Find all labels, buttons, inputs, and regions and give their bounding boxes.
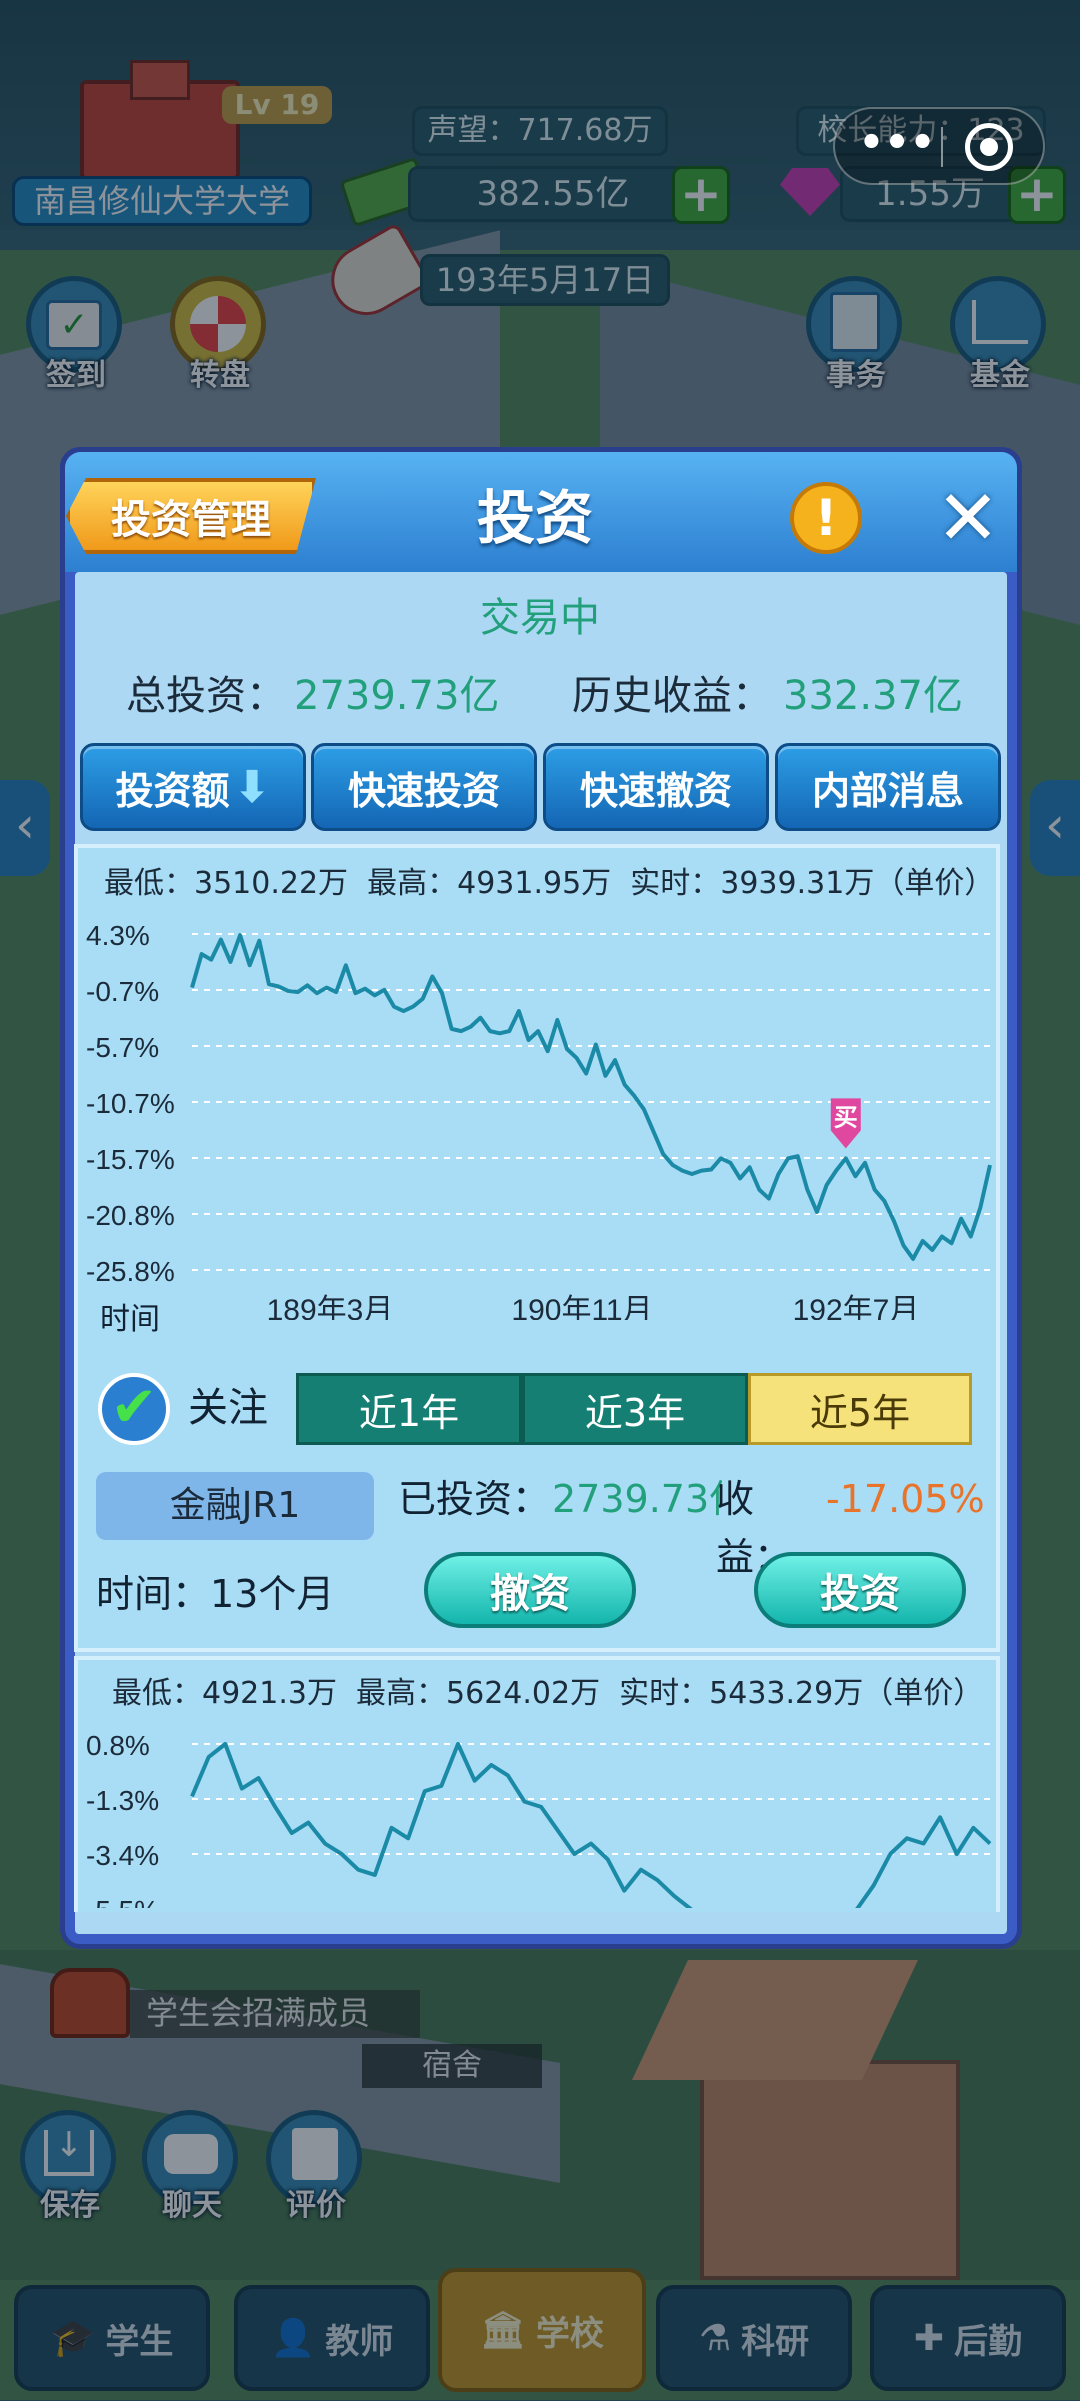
y-tick-label: -5.7% [86,1032,159,1063]
return-value: -17.05% [826,1477,985,1521]
follow-checkbox[interactable]: ✔ [98,1373,170,1445]
period-1-year[interactable]: 近1年 [296,1373,522,1445]
period-5-year-label: 近5年 [809,1390,911,1435]
quick-invest-label: 快速投资 [347,768,500,813]
withdraw-button[interactable]: 撤资 [424,1552,636,1628]
info-icon[interactable]: ! [790,482,862,554]
history-return-value: 332.37亿 [783,673,963,719]
y-tick-label: -25.8% [86,1256,175,1287]
invested-label: 已投资： [398,1477,551,1521]
miniprogram-capsule: ••• [833,107,1045,185]
quick-invest-button[interactable]: 快速投资 [311,743,537,831]
arrow-down-icon: ⬇ [233,761,271,813]
return-label: 收益： [716,1477,793,1579]
period-3-year[interactable]: 近3年 [522,1373,748,1445]
time-axis-label: 时间 [100,1302,160,1337]
investment-amount-label: 投资额 [115,768,230,813]
investment-amount-button[interactable]: 投资额 ⬇ [80,743,306,831]
total-investment-label: 总投资： [126,673,286,719]
withdraw-label: 撤资 [490,1571,570,1617]
modal-title: 投资 [476,484,593,552]
y-tick-label: 0.8% [86,1730,150,1761]
quick-withdraw-button[interactable]: 快速撤资 [543,743,769,831]
y-tick-label: -10.7% [86,1088,175,1119]
back-button[interactable]: 投资管理 [66,478,316,554]
chart2-stats: 最低：4921.3万 最高：5624.02万 实时：5433.29万（单价） [112,1676,984,1711]
price-line [190,1742,992,1908]
inside-news-button[interactable]: 内部消息 [775,743,1001,831]
invest-label: 投资 [820,1571,900,1617]
hold-time: 时间：13个月 [96,1572,335,1616]
y-tick-label: -1.3% [86,1785,159,1816]
y-tick-label: 4.3% [86,920,150,951]
x-tick-label: 189年3月 [267,1294,394,1320]
x-tick-label: 190年11月 [511,1294,652,1320]
y-tick-label: -0.7% [86,976,159,1007]
close-icon[interactable]: ✕ [928,480,1008,558]
period-1-year-label: 近1年 [358,1390,460,1435]
inside-news-label: 内部消息 [811,768,964,813]
price-chart: 4.3% -0.7% -5.7% -10.7% -15.7% -20.8% -25.8% 18… [86,920,992,1320]
fund-name-badge: 金融JR1 [96,1472,374,1540]
x-tick-label: 192年7月 [793,1294,920,1320]
y-tick-label: -20.8% [86,1200,175,1231]
y-tick-label: -5.5% [86,1895,159,1908]
invested-value: 2739.73亿 [552,1477,722,1521]
trading-status: 交易中 [480,595,600,641]
price-chart-2: 0.8% -1.3% -3.4% -5.5% [86,1730,992,1908]
quick-withdraw-label: 快速撤资 [579,768,732,813]
close-miniprogram-icon[interactable] [965,123,1013,171]
y-tick-label: -3.4% [86,1840,159,1871]
y-tick-label: -15.7% [86,1144,175,1175]
total-investment-value: 2739.73亿 [294,673,500,719]
follow-label: 关注 [188,1385,268,1431]
more-menu-icon[interactable]: ••• [857,123,937,169]
invest-button[interactable]: 投资 [754,1552,966,1628]
period-3-year-label: 近3年 [584,1390,686,1435]
buy-marker-label: 买 [834,1104,858,1131]
period-5-year[interactable]: 近5年 [748,1373,972,1445]
history-return-label: 历史收益： [572,673,772,719]
price-line [190,933,992,1261]
back-button-label: 投资管理 [111,497,271,543]
